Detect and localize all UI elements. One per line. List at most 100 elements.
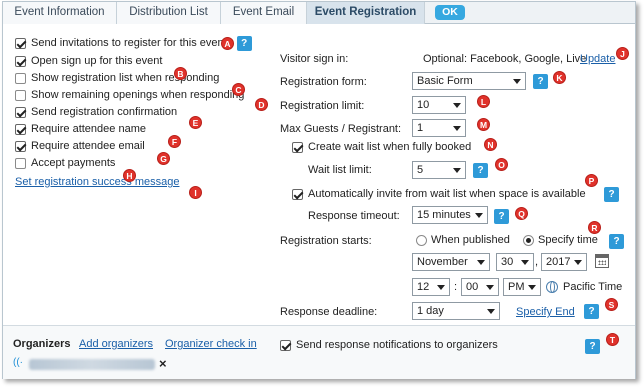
- send-invitations-label: Send invitations to register for this ev…: [31, 37, 227, 49]
- max-guests-value: 1: [417, 122, 424, 134]
- option-auto-invite[interactable]: Automatically invite from wait list when…: [292, 186, 586, 202]
- chevron-down-icon: [574, 260, 582, 265]
- chevron-down-icon: [513, 79, 521, 84]
- start-hour-value: 12: [417, 281, 430, 293]
- option-show-remaining-openings[interactable]: Show remaining openings when responding: [15, 87, 244, 103]
- wait-list-limit-select[interactable]: 5: [412, 161, 466, 179]
- create-wait-list-checkbox[interactable]: [292, 141, 303, 153]
- specify-end-link[interactable]: Specify End: [516, 306, 575, 318]
- registration-limit-select[interactable]: 10: [412, 96, 466, 114]
- registration-starts-help-icon[interactable]: ?: [609, 234, 624, 249]
- ok-button[interactable]: OK: [435, 5, 465, 20]
- marker-p: P: [585, 174, 598, 187]
- option-open-signup[interactable]: Open sign up for this event: [15, 53, 162, 69]
- when-published-radio[interactable]: [416, 234, 427, 246]
- require-name-label: Require attendee name: [31, 123, 146, 135]
- start-minute-value: 00: [466, 281, 479, 293]
- update-link[interactable]: Update: [580, 53, 615, 65]
- max-guests-select[interactable]: 1: [412, 119, 466, 137]
- send-notifications-checkbox[interactable]: [280, 339, 291, 351]
- accept-payments-checkbox[interactable]: [15, 157, 26, 169]
- chevron-down-icon: [437, 285, 445, 290]
- start-year-select[interactable]: 2017: [541, 253, 587, 271]
- response-deadline-select[interactable]: 1 day: [412, 302, 500, 320]
- timezone-label[interactable]: Pacific Time: [563, 281, 622, 293]
- auto-invite-label: Automatically invite from wait list when…: [308, 188, 586, 200]
- calendar-icon[interactable]: [595, 254, 609, 268]
- specify-time-radio[interactable]: [523, 234, 534, 246]
- marker-s: S: [605, 298, 618, 311]
- send-confirmation-label: Send registration confirmation: [31, 106, 178, 118]
- start-month-value: November: [417, 256, 468, 268]
- option-require-email[interactable]: Require attendee email: [15, 138, 145, 154]
- option-send-notifications[interactable]: Send response notifications to organizer…: [280, 337, 498, 353]
- marker-c: C: [232, 83, 245, 96]
- chevron-down-icon: [453, 126, 461, 131]
- marker-b: B: [174, 67, 187, 80]
- marker-i: I: [189, 186, 202, 199]
- response-timeout-select[interactable]: 15 minutes: [412, 206, 488, 224]
- marker-n: N: [484, 138, 497, 151]
- chevron-down-icon: [487, 309, 495, 314]
- require-name-checkbox[interactable]: [15, 123, 26, 135]
- open-signup-checkbox[interactable]: [15, 55, 26, 67]
- specify-time-label: Specify time: [538, 234, 598, 246]
- tab-event-email[interactable]: Event Email: [221, 2, 307, 24]
- tab-event-registration[interactable]: Event Registration: [307, 2, 425, 24]
- send-confirmation-checkbox[interactable]: [15, 106, 26, 118]
- auto-invite-checkbox[interactable]: [292, 188, 303, 200]
- registration-form-help-icon[interactable]: ?: [533, 74, 548, 89]
- when-published-option[interactable]: When published: [416, 234, 510, 246]
- marker-l: L: [477, 95, 490, 108]
- success-message-row: Set registration success message: [15, 174, 179, 190]
- max-guests-label: Max Guests / Registrant:: [280, 123, 402, 135]
- wait-list-help-icon[interactable]: ?: [473, 163, 488, 178]
- broadcast-icon: ((·: [13, 357, 23, 368]
- organizers-label: Organizers: [13, 338, 71, 350]
- auto-invite-help-icon[interactable]: ?: [604, 187, 619, 202]
- tab-event-information[interactable]: Event Information: [3, 2, 117, 24]
- send-notifications-label: Send response notifications to organizer…: [296, 339, 498, 351]
- start-day-value: 30: [501, 256, 514, 268]
- option-accept-payments[interactable]: Accept payments: [15, 155, 115, 171]
- event-settings-window: Event Information Distribution List Even…: [2, 1, 636, 379]
- response-timeout-help-icon[interactable]: ?: [494, 209, 509, 224]
- help-icon[interactable]: ?: [236, 35, 252, 51]
- start-day-select[interactable]: 30: [496, 253, 534, 271]
- when-published-label: When published: [431, 234, 510, 246]
- time-colon: :: [454, 281, 458, 293]
- organizer-check-in-link[interactable]: Organizer check in: [165, 338, 257, 350]
- add-organizers-link[interactable]: Add organizers: [79, 338, 153, 350]
- organizers-help-icon[interactable]: ?: [585, 339, 600, 354]
- option-send-invitations[interactable]: Send invitations to register for this ev…: [15, 35, 252, 51]
- require-email-checkbox[interactable]: [15, 140, 26, 152]
- option-send-confirmation[interactable]: Send registration confirmation: [15, 104, 177, 120]
- set-success-message-link[interactable]: Set registration success message: [15, 176, 179, 188]
- registration-form-select[interactable]: Basic Form: [412, 72, 526, 90]
- option-show-registration-list[interactable]: Show registration list when responding: [15, 70, 219, 86]
- marker-j: J: [616, 47, 629, 60]
- registration-form-label: Registration form:: [280, 76, 367, 88]
- start-hour-select[interactable]: 12: [412, 278, 450, 296]
- start-minute-select[interactable]: 00: [461, 278, 499, 296]
- start-ampm-value: PM: [508, 281, 525, 293]
- tab-distribution-list[interactable]: Distribution List: [117, 2, 221, 24]
- option-require-name[interactable]: Require attendee name: [15, 121, 146, 137]
- start-month-select[interactable]: November: [412, 253, 490, 271]
- start-ampm-select[interactable]: PM: [503, 278, 541, 296]
- show-registration-list-checkbox[interactable]: [15, 72, 26, 84]
- close-icon[interactable]: ×: [159, 356, 167, 371]
- send-invitations-checkbox[interactable]: [15, 37, 26, 49]
- chevron-down-icon: [486, 285, 494, 290]
- specify-time-option[interactable]: Specify time: [523, 234, 598, 246]
- visitor-signin-label: Visitor sign in:: [280, 53, 349, 65]
- wait-list-limit-value: 5: [417, 164, 424, 176]
- response-deadline-help-icon[interactable]: ?: [584, 304, 599, 319]
- marker-r: R: [588, 221, 601, 234]
- open-signup-label: Open sign up for this event: [31, 55, 163, 67]
- response-deadline-label: Response deadline:: [280, 306, 378, 318]
- show-remaining-openings-checkbox[interactable]: [15, 89, 26, 101]
- option-create-wait-list[interactable]: Create wait list when fully booked: [292, 139, 471, 155]
- response-timeout-label: Response timeout:: [308, 210, 400, 222]
- marker-d: D: [255, 98, 268, 111]
